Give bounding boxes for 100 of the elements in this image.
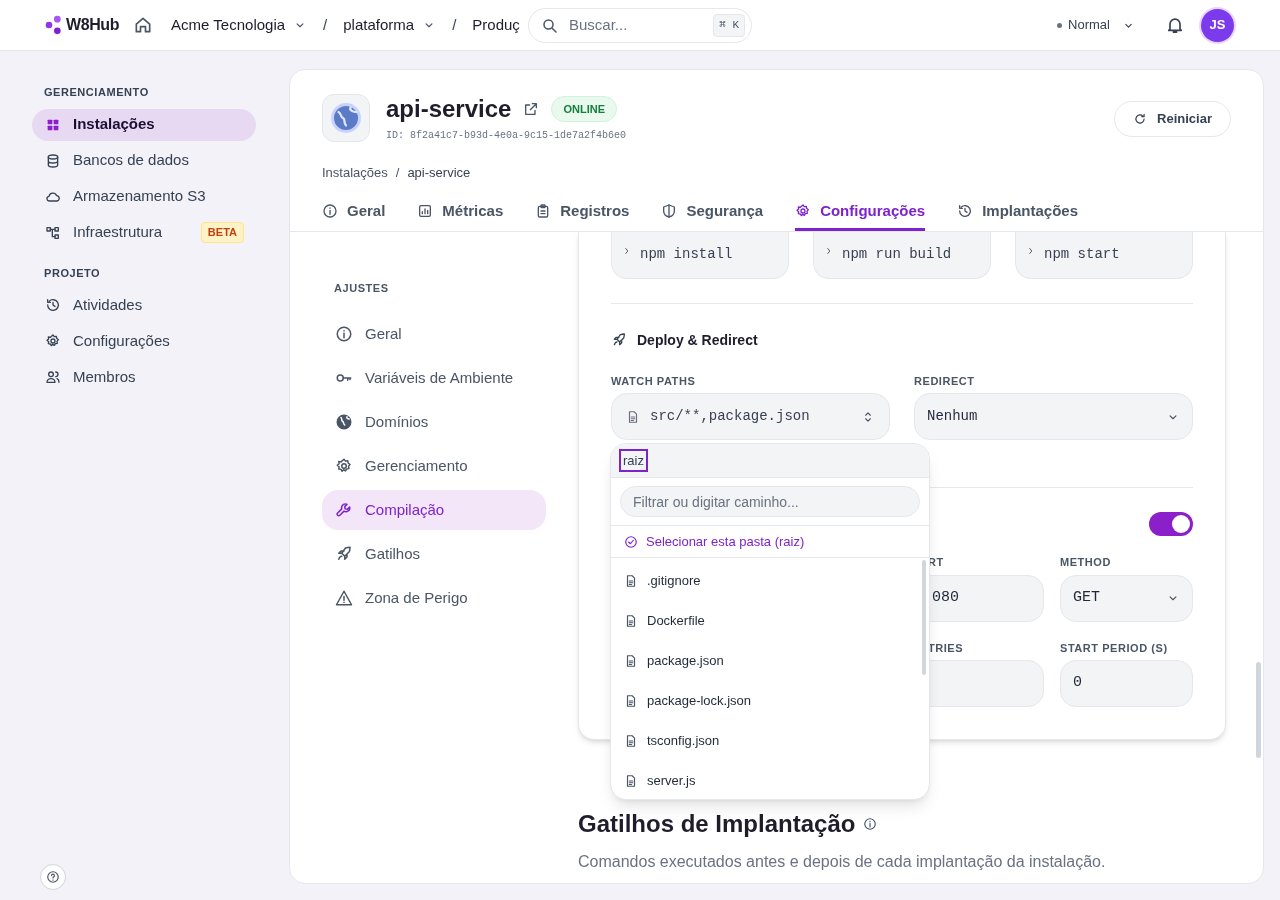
history-icon [957,203,974,219]
status-badge: ONLINE [551,95,617,123]
settings-icon [335,457,353,475]
file-icon [624,774,638,788]
help-icon [46,870,60,884]
breadcrumb-separator: / [323,14,328,35]
file-icon [624,734,638,748]
breadcrumb-link[interactable]: Instalações [322,163,388,183]
scrollbar-thumb[interactable] [1256,661,1261,758]
select-field[interactable]: GET [1060,574,1193,622]
warning-icon [335,589,353,607]
breadcrumb-dropdown[interactable]: Acme Tecnologia [171,13,308,37]
sidebar-item[interactable]: Membros [32,361,256,393]
refresh-icon [1133,112,1148,126]
breadcrumb-current: api-service [407,164,471,182]
file-list-item[interactable]: package-lock.json [611,681,929,721]
file-list-item[interactable]: Dockerfile [611,601,929,641]
app-id: ID: 8f2a41c7-b93d-4e0a-9c15-1de7a2f4b6e0 [386,129,627,143]
path-segment[interactable]: raiz [619,448,648,473]
sidebar-item[interactable]: Instalações [32,108,256,141]
chart-icon [417,203,434,219]
settings-nav-item[interactable]: Compilação [322,490,546,530]
sidebar-item[interactable]: Bancos de dados [32,144,256,177]
globe-icon [335,413,353,431]
section-heading: PROJETO [43,265,102,281]
home-icon [133,15,154,35]
command-field[interactable]: npm install [611,231,789,279]
sidebar-item[interactable]: Configurações [32,325,256,357]
help-button[interactable] [40,864,66,890]
tab[interactable]: Registros [535,194,630,231]
check-circle-icon [624,534,638,549]
sidebar-item[interactable]: Atividades [32,289,256,321]
tab[interactable]: Geral [322,194,386,231]
settings-nav-item[interactable]: Gatilhos [322,534,546,574]
rocket-icon [611,332,627,348]
select-folder-option[interactable]: Selecionar esta pasta (raiz) [611,526,929,558]
sidebar-item[interactable]: Infraestrutura BETA [32,216,256,249]
settings-nav-item[interactable]: Zona de Perigo [322,578,546,618]
info-icon [335,325,353,343]
watch-paths-select[interactable]: src/**,package.json [611,393,890,440]
field-label: METHOD [1060,555,1112,570]
mode-dropdown[interactable]: Normal [1057,15,1135,35]
rocket-icon [335,545,353,563]
beta-badge: BETA [200,222,244,243]
breadcrumb-dropdown[interactable]: plataforma [343,13,437,37]
settings-nav-item[interactable]: Domínios [322,402,546,442]
file-list-item[interactable]: tsconfig.json [611,721,929,761]
open-link-button[interactable] [523,101,540,117]
search-field[interactable]: Buscar... ⌘ K [528,8,752,43]
notifications-button[interactable] [1165,15,1185,35]
tab[interactable]: Segurança [661,194,764,231]
bell-icon [1165,15,1185,35]
search-icon [541,16,559,35]
section-title: Deploy & Redirect [637,330,758,350]
input-field[interactable]: 0 [1060,660,1193,707]
wrench-icon [335,501,353,519]
settings-nav-item[interactable]: Variáveis de Ambiente [322,358,546,398]
field-label: START PERIOD (S) [1060,640,1169,656]
field-label: TRIES [927,640,965,656]
external-link-icon [523,101,540,117]
globe-icon [328,100,364,136]
file-icon [624,614,638,628]
breadcrumb-dropdown[interactable]: Produç [472,13,520,37]
database-icon [45,152,61,169]
settings-icon [795,203,812,219]
breadcrumb-separator: / [395,164,400,182]
settings-nav-item[interactable]: Gerenciamento [322,446,546,486]
field-label: WATCH PATHS [611,373,697,389]
info-icon [322,203,338,219]
filter-field[interactable]: Filtrar ou digitar caminho... [620,486,920,517]
file-icon [624,654,638,668]
sidebar-item[interactable]: Armazenamento S3 [32,180,256,213]
shortcut-hint: ⌘ K [713,14,745,37]
section-heading: GERENCIAMENTO [43,85,150,100]
section-description: Comandos executados antes e depois de cada implantação da instalação. [578,852,1107,872]
file-icon [624,574,638,588]
file-list-item[interactable]: .gitignore [611,561,929,601]
scrollbar-thumb[interactable] [922,560,926,675]
users-icon [45,369,61,385]
app-title: api-service [386,94,512,124]
command-field[interactable]: npm start [1015,231,1193,279]
redirect-select[interactable]: Nenhum [914,393,1193,440]
settings-nav-item[interactable]: Geral [322,314,546,354]
toggle-switch[interactable] [1149,512,1193,536]
info-icon [863,817,878,831]
shield-icon [661,203,678,219]
logo-icon [44,14,64,36]
history-icon [45,297,61,313]
search-input[interactable]: Buscar... [569,14,704,37]
tab[interactable]: Implantações [957,194,1078,231]
home-button[interactable] [133,15,154,35]
settings-icon [45,333,61,349]
file-icon [624,694,638,708]
avatar[interactable]: JS [1201,8,1234,42]
section-title: Gatilhos de Implantação [578,809,856,839]
file-list-item[interactable]: server.js [611,761,929,799]
tab[interactable]: Métricas [417,194,504,231]
section-heading: AJUSTES [333,280,390,296]
file-list-item[interactable]: package.json [611,641,929,681]
command-field[interactable]: npm run build [813,231,991,279]
